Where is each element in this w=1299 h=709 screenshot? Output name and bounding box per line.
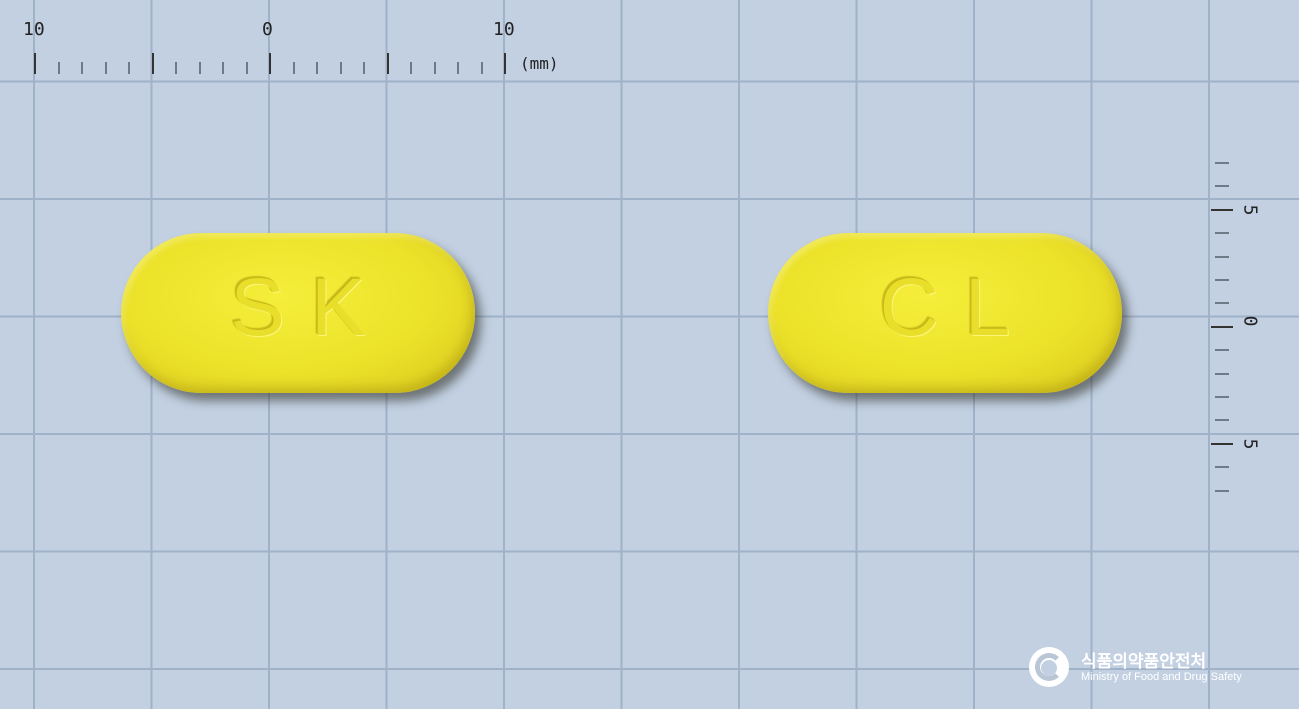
right-ruler-tick xyxy=(1215,349,1229,351)
logo-english-text: Ministry of Food and Drug Safety xyxy=(1081,671,1242,683)
tablet-back-imprint: CL xyxy=(879,262,1037,353)
top-ruler-tick xyxy=(316,62,318,74)
top-ruler-tick xyxy=(222,62,224,74)
top-ruler-tick xyxy=(410,62,412,74)
top-ruler-tick xyxy=(340,62,342,74)
right-ruler-label-bottom: 5 xyxy=(1239,438,1261,450)
mfds-logo: 식품의약품안전처 Ministry of Food and Drug Safet… xyxy=(1029,645,1269,693)
top-ruler-tick xyxy=(199,62,201,74)
right-ruler-tick xyxy=(1215,373,1229,375)
right-ruler-tick xyxy=(1215,185,1229,187)
right-ruler-tick xyxy=(1211,443,1233,445)
tablet-front-imprint: SK xyxy=(230,262,392,353)
top-ruler-tick xyxy=(58,62,60,74)
right-ruler-tick xyxy=(1215,232,1229,234)
logo-korean-text: 식품의약품안전처 xyxy=(1081,652,1207,672)
tablet-back: CL xyxy=(768,233,1122,393)
right-ruler-label-center: 0 xyxy=(1239,315,1261,327)
mfds-swirl-icon xyxy=(1029,647,1069,687)
right-ruler-tick xyxy=(1215,396,1229,398)
right-ruler-label-top: 5 xyxy=(1239,204,1261,216)
top-ruler-tick xyxy=(387,53,389,74)
photo-scene: 10 0 10 (mm) 5 0 5 SK CL 식품의약품안전처 Minist… xyxy=(0,0,1299,709)
top-ruler-unit: (mm) xyxy=(520,54,559,73)
right-ruler-tick xyxy=(1211,326,1233,328)
top-ruler-tick xyxy=(34,53,36,74)
right-ruler-tick xyxy=(1215,279,1229,281)
right-ruler-tick xyxy=(1211,209,1233,211)
top-ruler-tick xyxy=(246,62,248,74)
top-ruler-tick xyxy=(504,53,506,74)
top-ruler-label-left: 10 xyxy=(23,19,45,40)
right-ruler-tick xyxy=(1215,466,1229,468)
top-ruler-tick xyxy=(481,62,483,74)
top-ruler-tick xyxy=(434,62,436,74)
top-ruler-label-right: 10 xyxy=(493,19,515,40)
top-ruler-tick xyxy=(81,62,83,74)
right-ruler-tick xyxy=(1215,302,1229,304)
top-ruler-tick xyxy=(293,62,295,74)
top-ruler-tick xyxy=(105,62,107,74)
top-ruler-tick xyxy=(175,62,177,74)
right-ruler-tick xyxy=(1215,419,1229,421)
right-ruler-tick xyxy=(1215,256,1229,258)
top-ruler-tick xyxy=(457,62,459,74)
top-ruler-tick xyxy=(269,53,271,74)
right-ruler-tick xyxy=(1215,490,1229,492)
top-ruler-tick xyxy=(152,53,154,74)
top-ruler-tick xyxy=(363,62,365,74)
top-ruler-tick xyxy=(128,62,130,74)
top-ruler-label-center: 0 xyxy=(262,19,273,40)
right-ruler-tick xyxy=(1215,162,1229,164)
tablet-front: SK xyxy=(121,233,475,393)
